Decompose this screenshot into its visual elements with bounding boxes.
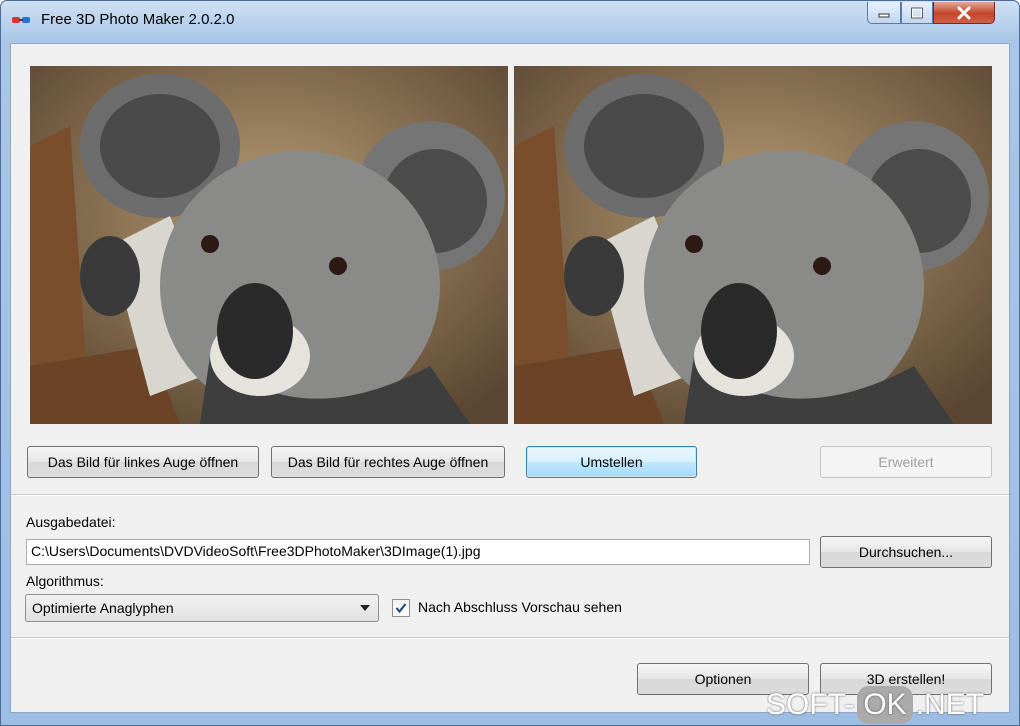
app-3d-glasses-icon bbox=[12, 17, 30, 23]
preview-after-finish-label[interactable]: Nach Abschluss Vorschau sehen bbox=[418, 599, 622, 615]
koala-left-image bbox=[30, 66, 508, 424]
site-watermark: SOFT- OK .NET bbox=[766, 684, 984, 726]
chevron-down-icon bbox=[360, 605, 370, 611]
swap-button[interactable]: Umstellen bbox=[526, 446, 697, 478]
open-left-eye-button[interactable]: Das Bild für linkes Auge öffnen bbox=[27, 446, 259, 478]
minimize-button[interactable] bbox=[867, 2, 901, 24]
advanced-button[interactable]: Erweitert bbox=[820, 446, 992, 478]
algorithm-selected-value: Optimierte Anaglyphen bbox=[32, 600, 174, 616]
output-file-label: Ausgabedatei: bbox=[26, 514, 116, 530]
minimize-icon bbox=[878, 13, 890, 17]
separator bbox=[11, 494, 1009, 496]
browse-button[interactable]: Durchsuchen... bbox=[820, 536, 992, 568]
watermark-ok-badge: OK bbox=[857, 686, 913, 724]
client-area: Das Bild für linkes Auge öffnen Das Bild… bbox=[10, 43, 1010, 713]
preview-after-finish-checkbox[interactable] bbox=[392, 599, 410, 617]
koala-right-image bbox=[514, 66, 992, 424]
left-eye-preview bbox=[30, 66, 508, 424]
maximize-button[interactable] bbox=[901, 2, 933, 24]
right-eye-preview bbox=[514, 66, 992, 424]
maximize-icon bbox=[911, 7, 923, 18]
close-button[interactable] bbox=[933, 2, 995, 24]
window-title: Free 3D Photo Maker 2.0.2.0 bbox=[41, 11, 235, 28]
open-right-eye-button[interactable]: Das Bild für rechtes Auge öffnen bbox=[271, 446, 505, 478]
close-icon bbox=[957, 6, 971, 19]
title-bar[interactable]: Free 3D Photo Maker 2.0.2.0 bbox=[1, 1, 1019, 39]
separator bbox=[11, 637, 1009, 639]
output-path-input[interactable]: C:\Users\Documents\DVDVideoSoft\Free3DPh… bbox=[26, 539, 810, 565]
watermark-text-1: SOFT- bbox=[766, 688, 855, 721]
algorithm-select[interactable]: Optimierte Anaglyphen bbox=[25, 594, 379, 622]
checkmark-icon bbox=[395, 603, 407, 614]
algorithm-label: Algorithmus: bbox=[26, 573, 104, 589]
watermark-text-2: .NET bbox=[915, 688, 985, 721]
app-window: Free 3D Photo Maker 2.0.2.0 Das Bild für… bbox=[0, 0, 1020, 726]
